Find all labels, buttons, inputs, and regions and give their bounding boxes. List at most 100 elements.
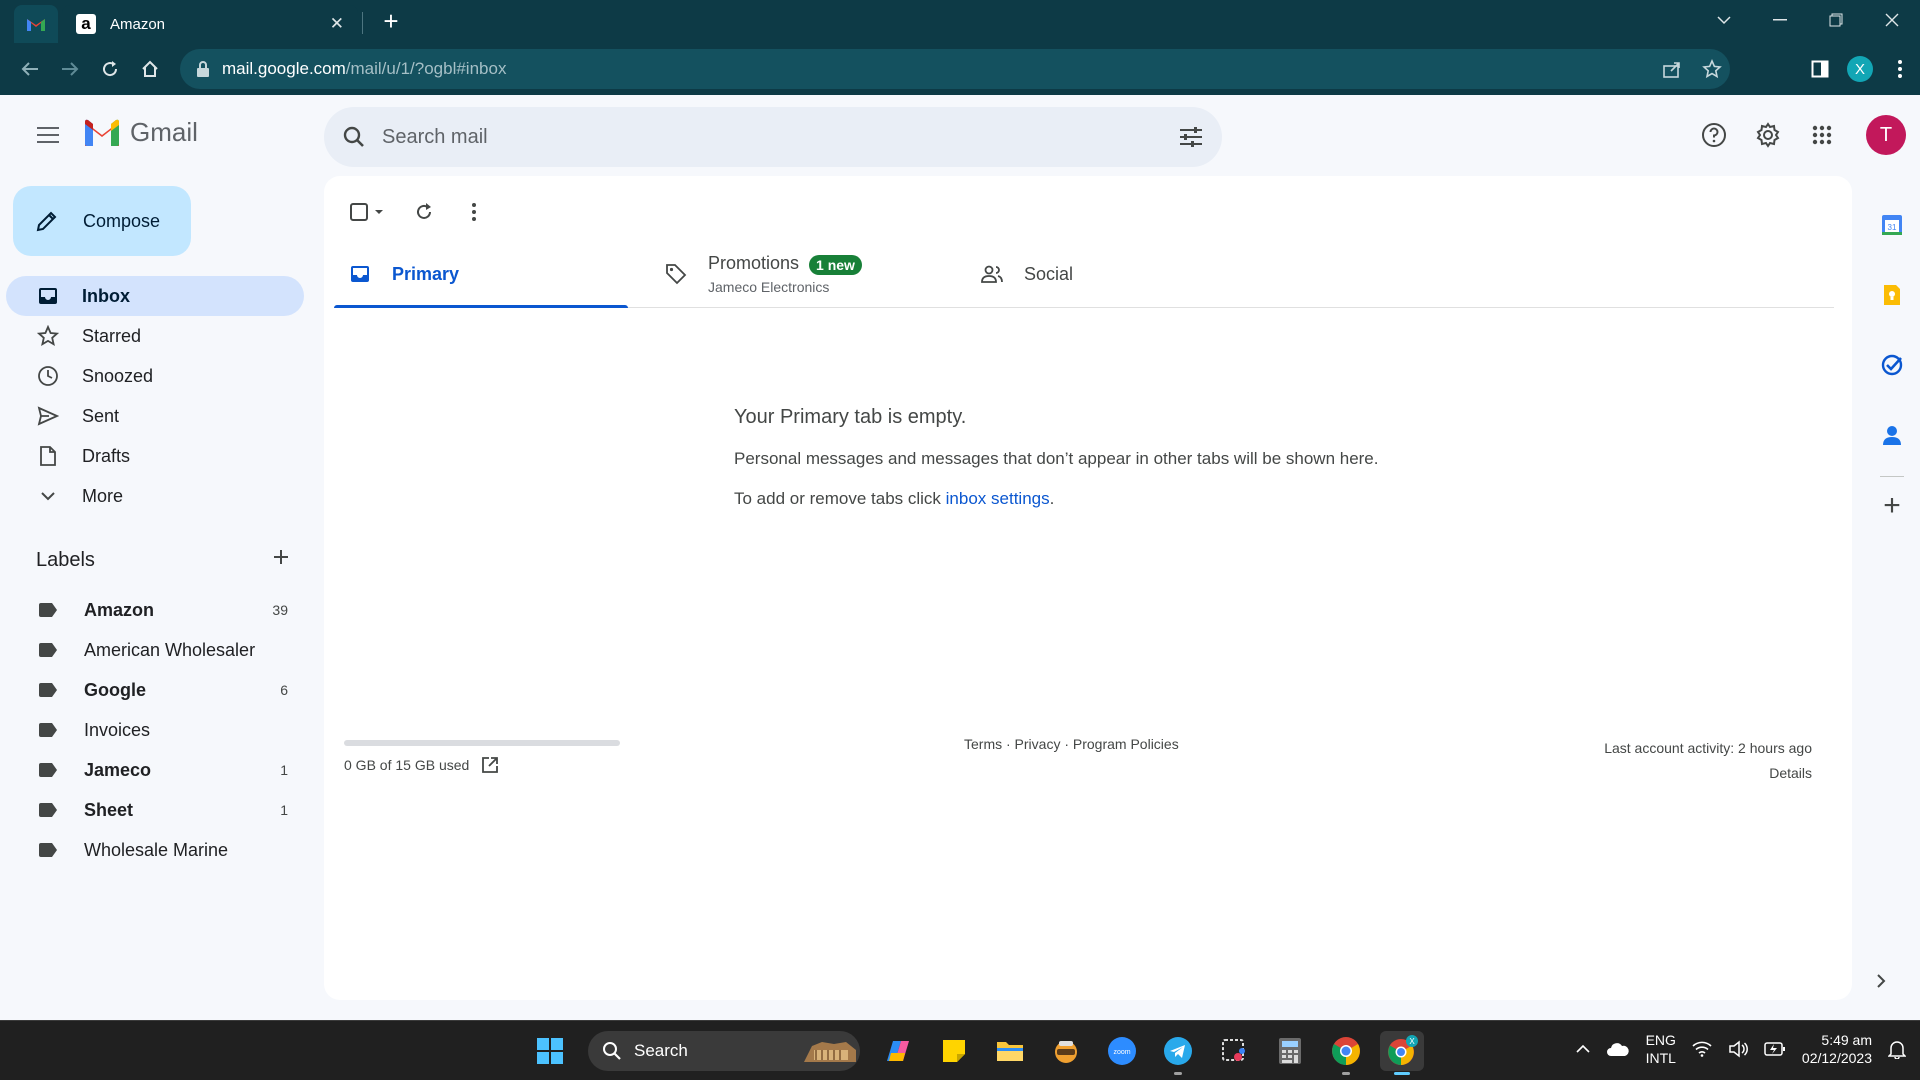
main-menu-icon[interactable] — [28, 115, 68, 155]
label-item-american-wholesaler[interactable]: American Wholesaler — [0, 630, 304, 670]
refresh-icon[interactable] — [404, 192, 444, 232]
tab-title: Amazon — [110, 15, 166, 33]
label-item-google[interactable]: Google 6 — [0, 670, 304, 710]
label-item-amazon[interactable]: Amazon 39 — [0, 590, 304, 630]
start-button[interactable] — [528, 1031, 572, 1071]
details-link[interactable]: Details — [1604, 761, 1812, 786]
tab-social[interactable]: Social — [966, 240, 1260, 308]
telegram-icon[interactable] — [1156, 1031, 1200, 1075]
empty-settings-hint: To add or remove tabs click inbox settin… — [734, 489, 1055, 508]
empty-description: Personal messages and messages that don’… — [734, 449, 1379, 468]
nav-snoozed[interactable]: Snoozed — [0, 356, 304, 396]
address-bar[interactable]: mail.google.com/mail/u/1/?ogbl#inbox — [180, 49, 1730, 89]
tasks-icon[interactable] — [1864, 330, 1920, 400]
select-all-checkbox[interactable] — [340, 192, 394, 232]
expand-side-panel-icon[interactable] — [1876, 972, 1886, 995]
nav-starred[interactable]: Starred — [0, 316, 304, 356]
chrome-profile-icon[interactable]: X — [1380, 1031, 1424, 1075]
nav-drafts[interactable]: Drafts — [0, 436, 304, 476]
notification-bell-icon[interactable] — [1888, 1039, 1906, 1059]
system-clock[interactable]: 5:49 am 02/12/2023 — [1802, 1031, 1872, 1067]
sticky-notes-icon[interactable] — [932, 1031, 976, 1071]
chrome-icon[interactable] — [1324, 1031, 1368, 1075]
search-highlight-icon — [804, 1042, 856, 1062]
battery-icon[interactable] — [1764, 1042, 1786, 1056]
last-activity-text: Last account activity: 2 hours ago — [1604, 740, 1812, 756]
side-panel-icon[interactable] — [1800, 49, 1840, 89]
label-item-sheet[interactable]: Sheet 1 — [0, 790, 304, 830]
inbox-settings-link[interactable]: inbox settings — [946, 489, 1050, 508]
gmail-logo[interactable]: Gmail — [82, 117, 198, 148]
reload-icon[interactable] — [96, 55, 124, 83]
tab-search-icon[interactable] — [1696, 0, 1752, 40]
label-item-invoices[interactable]: Invoices — [0, 710, 304, 750]
tab-primary[interactable]: Primary — [334, 240, 628, 308]
get-addons-icon[interactable]: + — [1864, 489, 1920, 523]
minimize-button[interactable] — [1752, 0, 1808, 40]
close-tab-icon[interactable]: ✕ — [330, 14, 344, 34]
taskbar-search[interactable]: Search — [588, 1031, 860, 1071]
list-toolbar — [340, 192, 494, 232]
apps-grid-icon[interactable] — [1802, 115, 1842, 155]
add-label-icon[interactable] — [272, 548, 290, 572]
more-options-icon[interactable] — [454, 192, 494, 232]
snipping-tool-icon[interactable] — [1212, 1031, 1256, 1071]
profile-button[interactable]: X — [1840, 49, 1880, 89]
onedrive-cloud-icon[interactable] — [1606, 1041, 1630, 1057]
file-explorer-icon[interactable] — [988, 1031, 1032, 1071]
unread-count: 39 — [272, 602, 288, 618]
home-icon[interactable] — [136, 55, 164, 83]
external-link-icon[interactable] — [481, 756, 499, 774]
mail-list-panel: Primary Promotions 1 new Jameco Electroni… — [324, 176, 1852, 1000]
zoom-icon[interactable]: zoom — [1100, 1031, 1144, 1071]
nav-inbox[interactable]: Inbox — [6, 276, 304, 316]
tab-promotions[interactable]: Promotions 1 new Jameco Electronics — [650, 240, 944, 308]
label-item-jameco[interactable]: Jameco 1 — [0, 750, 304, 790]
forward-arrow-icon[interactable] — [56, 55, 84, 83]
account-avatar[interactable]: T — [1866, 115, 1906, 155]
search-input[interactable] — [382, 125, 1178, 149]
gmail-header: Gmail T — [0, 95, 1920, 175]
footer-links[interactable]: Terms · Privacy · Program Policies — [964, 736, 1179, 752]
volume-icon[interactable] — [1728, 1040, 1748, 1058]
chevron-up-icon[interactable] — [1576, 1044, 1590, 1054]
nav-more[interactable]: More — [0, 476, 304, 516]
compose-button[interactable]: Compose — [13, 186, 191, 256]
tab-amazon[interactable]: a Amazon ✕ — [62, 5, 358, 43]
copilot-icon[interactable] — [876, 1031, 920, 1071]
storage-info: 0 GB of 15 GB used — [344, 740, 620, 774]
keep-icon[interactable] — [1864, 260, 1920, 330]
label-tag-icon — [39, 643, 57, 657]
url-text[interactable]: mail.google.com/mail/u/1/?ogbl#inbox — [222, 59, 506, 79]
back-arrow-icon[interactable] — [16, 55, 44, 83]
close-window-button[interactable] — [1864, 0, 1920, 40]
calendar-icon[interactable]: 31 — [1864, 190, 1920, 260]
bookmark-star-icon[interactable] — [1702, 59, 1722, 79]
compose-label: Compose — [83, 210, 161, 231]
promotions-sender: Jameco Electronics — [708, 278, 830, 295]
tag-icon — [664, 262, 688, 286]
new-tab-button[interactable]: + — [376, 6, 406, 36]
profile-avatar: X — [1847, 56, 1873, 82]
calculator-icon[interactable] — [1268, 1031, 1312, 1071]
amazon-favicon: a — [76, 14, 96, 34]
nav-sent[interactable]: Sent — [0, 396, 304, 436]
wifi-icon[interactable] — [1692, 1041, 1712, 1057]
contacts-icon[interactable] — [1864, 400, 1920, 470]
restore-button[interactable] — [1808, 0, 1864, 40]
tab-gmail[interactable] — [14, 5, 58, 43]
browser-menu-icon[interactable] — [1880, 49, 1920, 89]
input-language[interactable]: ENG INTL — [1646, 1031, 1676, 1067]
search-bar[interactable] — [324, 107, 1222, 167]
label-tag-icon — [39, 763, 57, 777]
help-icon[interactable] — [1694, 115, 1734, 155]
app-helmet-icon[interactable] — [1044, 1031, 1088, 1071]
share-icon[interactable] — [1662, 60, 1682, 78]
lock-icon[interactable] — [196, 61, 210, 77]
system-tray: ENG INTL 5:49 am 02/12/2023 — [1576, 1031, 1906, 1067]
search-options-icon[interactable] — [1178, 126, 1204, 148]
label-item-wholesale-marine[interactable]: Wholesale Marine — [0, 830, 304, 870]
empty-state: Your Primary tab is empty. Personal mess… — [734, 406, 1379, 509]
search-icon[interactable] — [342, 125, 366, 149]
settings-gear-icon[interactable] — [1748, 115, 1788, 155]
